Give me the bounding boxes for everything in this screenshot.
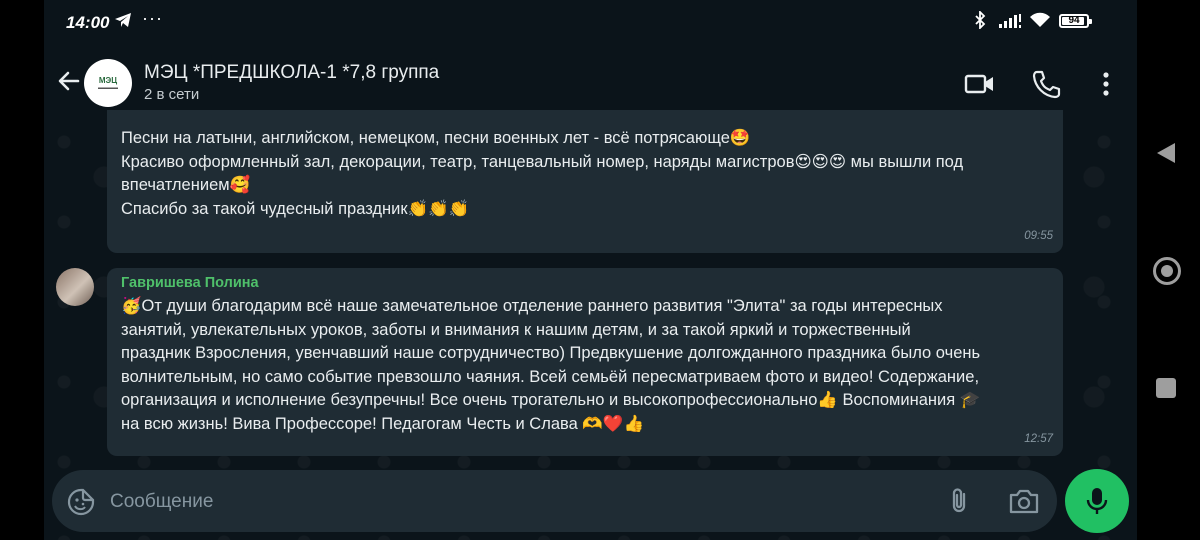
message-line: Спасибо за такой чудесный праздник👏👏👏 — [121, 199, 470, 218]
message-line: 🥳От души благодарим всё наше замечательн… — [121, 297, 943, 315]
group-avatar[interactable]: МЭЦ ▬▬▬▬ — [84, 59, 132, 107]
message-line: Песни на латыни, английском, немецком, п… — [121, 129, 751, 147]
message-timestamp: 09:55 — [1024, 229, 1053, 242]
microphone-icon — [1086, 488, 1108, 514]
signal-icon — [999, 14, 1023, 33]
more-dots-icon: ··· — [142, 8, 163, 28]
battery-level: 94 — [1068, 15, 1080, 26]
message-input[interactable] — [108, 484, 892, 520]
whatsapp-chat-screen: 14:00 ··· 94 МЭЦ ▬▬▬▬ МЭЦ *ПРЕДШКОЛА-1 *… — [44, 0, 1137, 540]
sticker-icon[interactable] — [66, 487, 96, 517]
message-text: 🥳От души благодарим всё наше замечательн… — [121, 293, 1049, 436]
message-text: Песни на латыни, английском, немецком, п… — [121, 110, 1049, 221]
message-bubble[interactable]: Гавришева Полина 🥳От души благодарим всё… — [107, 268, 1063, 456]
phone-call-icon[interactable] — [1030, 68, 1062, 100]
left-black-strip — [0, 0, 44, 540]
online-count: 2 в сети — [144, 86, 200, 103]
nav-recent-apps-icon[interactable] — [1156, 378, 1176, 398]
message-bubble[interactable]: Песни на латыни, английском, немецком, п… — [107, 110, 1063, 253]
back-arrow-icon[interactable] — [54, 66, 84, 96]
nav-home-icon[interactable] — [1153, 257, 1181, 285]
chat-title[interactable]: МЭЦ *ПРЕДШКОЛА-1 *7,8 группа — [144, 62, 439, 84]
battery-indicator: 94 — [1059, 14, 1092, 28]
message-line: впечатлением🥰 — [121, 176, 251, 194]
nav-back-icon[interactable] — [1155, 141, 1177, 170]
paperclip-icon[interactable] — [945, 486, 975, 516]
message-line: организация и исполнение безупречны! Все… — [121, 391, 981, 409]
message-input-bar — [52, 470, 1057, 532]
message-timestamp: 12:57 — [1024, 432, 1053, 445]
bluetooth-icon — [974, 9, 986, 34]
sender-name[interactable]: Гавришева Полина — [121, 273, 1049, 293]
message-line: праздник Взросления, увенчавший наше сот… — [121, 344, 981, 362]
camera-icon[interactable] — [1007, 486, 1041, 516]
avatar-logo-sub: ▬▬▬▬ — [98, 84, 118, 91]
status-time: 14:00 — [66, 13, 110, 32]
video-call-icon[interactable] — [964, 68, 996, 100]
avatar-logo-text: МЭЦ — [98, 75, 118, 85]
telegram-icon — [114, 12, 132, 33]
message-line: занятий, увлекательных уроков, заботы и … — [121, 320, 911, 339]
message-line: Красиво оформленный зал, декорации, теат… — [121, 152, 964, 171]
microphone-button[interactable] — [1065, 469, 1129, 533]
message-line: на всю жизнь! Вива Профессоре! Педагогам… — [121, 414, 644, 433]
wifi-icon — [1029, 12, 1051, 33]
message-line: волнительным, но само событие превзошло … — [121, 367, 980, 386]
status-bar: 14:00 ··· 94 — [44, 0, 1137, 44]
sender-avatar[interactable] — [56, 268, 94, 306]
kebab-menu-icon[interactable] — [1090, 68, 1122, 100]
android-nav-bar — [1137, 0, 1200, 540]
